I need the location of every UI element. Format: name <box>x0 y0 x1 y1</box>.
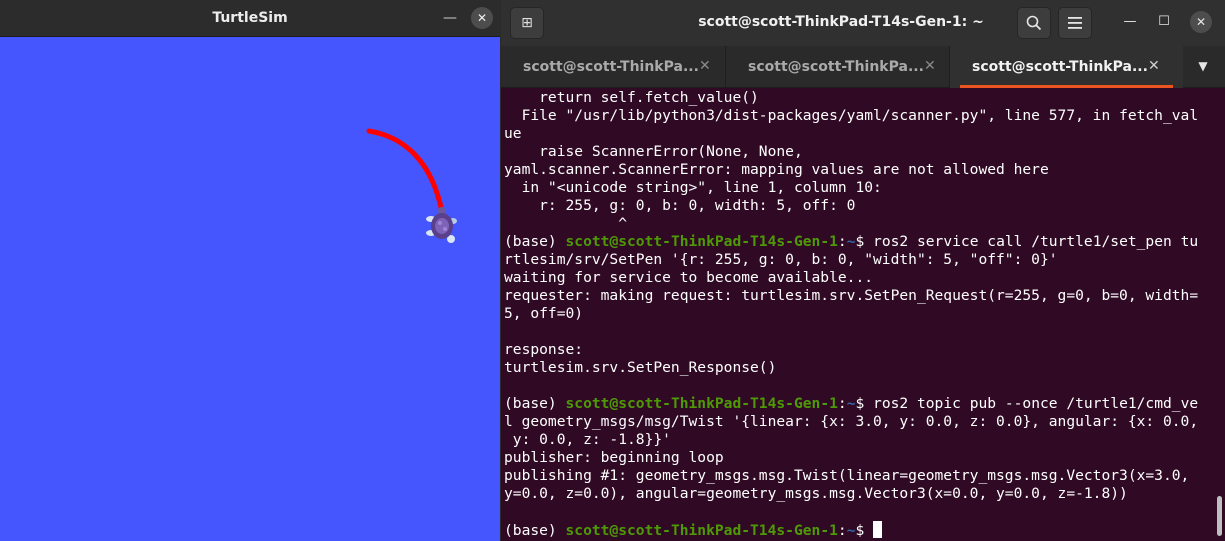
prompt-separator: : <box>837 522 847 539</box>
output-line: turtlesim.srv.SetPen_Response() <box>504 359 1220 377</box>
tab-terminal-3-active[interactable]: scott@scott-ThinkPa... ✕ <box>949 46 1183 88</box>
tab-terminal-1[interactable]: scott@scott-ThinkPa... ✕ <box>501 46 725 88</box>
pen-trail <box>366 128 445 215</box>
output-text: y=0.0, z=0.0), angular=geometry_msgs.msg… <box>504 485 1128 502</box>
output-line: ue <box>504 125 1220 143</box>
turtlesim-titlebar[interactable]: TurtleSim — ✕ <box>0 0 500 37</box>
tab-label: scott@scott-ThinkPa... <box>523 59 699 75</box>
output-text: requester: making request: turtlesim.srv… <box>504 287 1199 304</box>
tab-bar: scott@scott-ThinkPa... ✕ scott@scott-Thi… <box>501 46 1225 88</box>
output-line: 5, off=0) <box>504 305 1220 323</box>
output-text: response: <box>504 341 584 358</box>
new-tab-button[interactable]: ⊞ <box>510 7 544 39</box>
output-text: return self.fetch_value() <box>504 89 759 106</box>
output-line: yaml.scanner.ScannerError: mapping value… <box>504 161 1220 179</box>
tab-label: scott@scott-ThinkPa... <box>748 59 924 75</box>
output-line: raise ScannerError(None, None, <box>504 143 1220 161</box>
output-text: yaml.scanner.ScannerError: mapping value… <box>504 161 1049 178</box>
prompt-separator: : <box>837 233 847 250</box>
terminal-headerbar[interactable]: ⊞ scott@scott-ThinkPad-T14s-Gen-1: ~ — ☐… <box>501 0 1225 46</box>
turtlesim-title: TurtleSim <box>212 10 288 26</box>
terminal-window: ⊞ scott@scott-ThinkPad-T14s-Gen-1: ~ — ☐… <box>501 0 1225 541</box>
close-tab-icon[interactable]: ✕ <box>699 58 711 74</box>
prompt-user-host: scott@scott-ThinkPad-T14s-Gen-1 <box>565 522 838 539</box>
output-line: l geometry_msgs/msg/Twist '{linear: {x: … <box>504 413 1220 431</box>
output-line: waiting for service to become available.… <box>504 269 1220 287</box>
output-line: ^ <box>504 215 1220 233</box>
conda-env-prefix: (base) <box>504 522 566 539</box>
output-text: in "<unicode string>", line 1, column 10… <box>504 179 882 196</box>
output-text: 5, off=0) <box>504 305 584 322</box>
turtle-icon <box>426 207 457 243</box>
close-tab-icon[interactable]: ✕ <box>924 58 936 74</box>
scrollbar-thumb[interactable] <box>1217 496 1222 536</box>
prompt-separator: : <box>837 395 847 412</box>
search-icon <box>1026 15 1042 31</box>
output-text: l geometry_msgs/msg/Twist '{linear: {x: … <box>504 413 1199 430</box>
output-line: y=0.0, z=0.0), angular=geometry_msgs.msg… <box>504 485 1220 503</box>
output-text: ^ <box>504 215 628 232</box>
conda-env-prefix: (base) <box>504 395 566 412</box>
output-text: File "/usr/lib/python3/dist-packages/yam… <box>504 107 1199 124</box>
output-text: ue <box>504 125 522 142</box>
output-text: publishing #1: geometry_msgs.msg.Twist(l… <box>504 467 1190 484</box>
output-line: r: 255, g: 0, b: 0, width: 5, off: 0 <box>504 197 1220 215</box>
close-tab-icon[interactable]: ✕ <box>1148 58 1160 74</box>
tab-terminal-2[interactable]: scott@scott-ThinkPa... ✕ <box>725 46 949 88</box>
output-line: y: 0.0, z: -1.8}}' <box>504 431 1220 449</box>
search-button[interactable] <box>1017 7 1051 39</box>
output-line: in "<unicode string>", line 1, column 10… <box>504 179 1220 197</box>
output-line: return self.fetch_value() <box>504 89 1220 107</box>
prompt-user-host: scott@scott-ThinkPad-T14s-Gen-1 <box>565 233 838 250</box>
turtlesim-drawing <box>366 128 457 243</box>
menu-button[interactable] <box>1058 7 1092 39</box>
output-line: publishing #1: geometry_msgs.msg.Twist(l… <box>504 467 1220 485</box>
text-cursor <box>873 521 883 538</box>
tab-overflow-chevron-down-icon[interactable]: ▼ <box>1191 59 1215 75</box>
conda-env-prefix: (base) <box>504 233 566 250</box>
minimize-icon[interactable]: — <box>1118 10 1142 34</box>
output-line: publisher: beginning loop <box>504 449 1220 467</box>
output-line: File "/usr/lib/python3/dist-packages/yam… <box>504 107 1220 125</box>
command-text: $ <box>855 522 874 539</box>
tab-label: scott@scott-ThinkPa... <box>972 59 1148 75</box>
output-text: y: 0.0, z: -1.8}}' <box>504 431 671 448</box>
output-text: waiting for service to become available.… <box>504 269 874 286</box>
output-text: raise ScannerError(None, None, <box>504 143 803 160</box>
output-line: rtlesim/srv/SetPen '{r: 255, g: 0, b: 0,… <box>504 251 1220 269</box>
output-line: response: <box>504 341 1220 359</box>
output-text: rtlesim/srv/SetPen '{r: 255, g: 0, b: 0,… <box>504 251 1058 268</box>
command-text: $ ros2 service call /turtle1/set_pen tu <box>855 233 1199 250</box>
output-text: r: 255, g: 0, b: 0, width: 5, off: 0 <box>504 197 856 214</box>
close-icon[interactable]: ✕ <box>1190 11 1212 33</box>
prompt-line: (base) scott@scott-ThinkPad-T14s-Gen-1:~… <box>504 521 1220 539</box>
command-text: $ ros2 topic pub --once /turtle1/cmd_ve <box>855 395 1199 412</box>
terminal-output[interactable]: return self.fetch_value() File "/usr/lib… <box>504 89 1220 541</box>
prompt-line: (base) scott@scott-ThinkPad-T14s-Gen-1:~… <box>504 395 1220 413</box>
output-text: publisher: beginning loop <box>504 449 724 466</box>
minimize-icon[interactable]: — <box>440 6 460 30</box>
output-text: turtlesim.srv.SetPen_Response() <box>504 359 777 376</box>
prompt-user-host: scott@scott-ThinkPad-T14s-Gen-1 <box>565 395 838 412</box>
turtlesim-canvas <box>0 37 500 541</box>
hamburger-menu-icon <box>1068 17 1082 29</box>
output-line: requester: making request: turtlesim.srv… <box>504 287 1220 305</box>
maximize-icon[interactable]: ☐ <box>1152 10 1176 34</box>
prompt-line: (base) scott@scott-ThinkPad-T14s-Gen-1:~… <box>504 233 1220 251</box>
terminal-title: scott@scott-ThinkPad-T14s-Gen-1: ~ <box>698 14 984 30</box>
close-icon[interactable]: ✕ <box>471 7 493 29</box>
turtlesim-window: TurtleSim — ✕ <box>0 0 500 541</box>
